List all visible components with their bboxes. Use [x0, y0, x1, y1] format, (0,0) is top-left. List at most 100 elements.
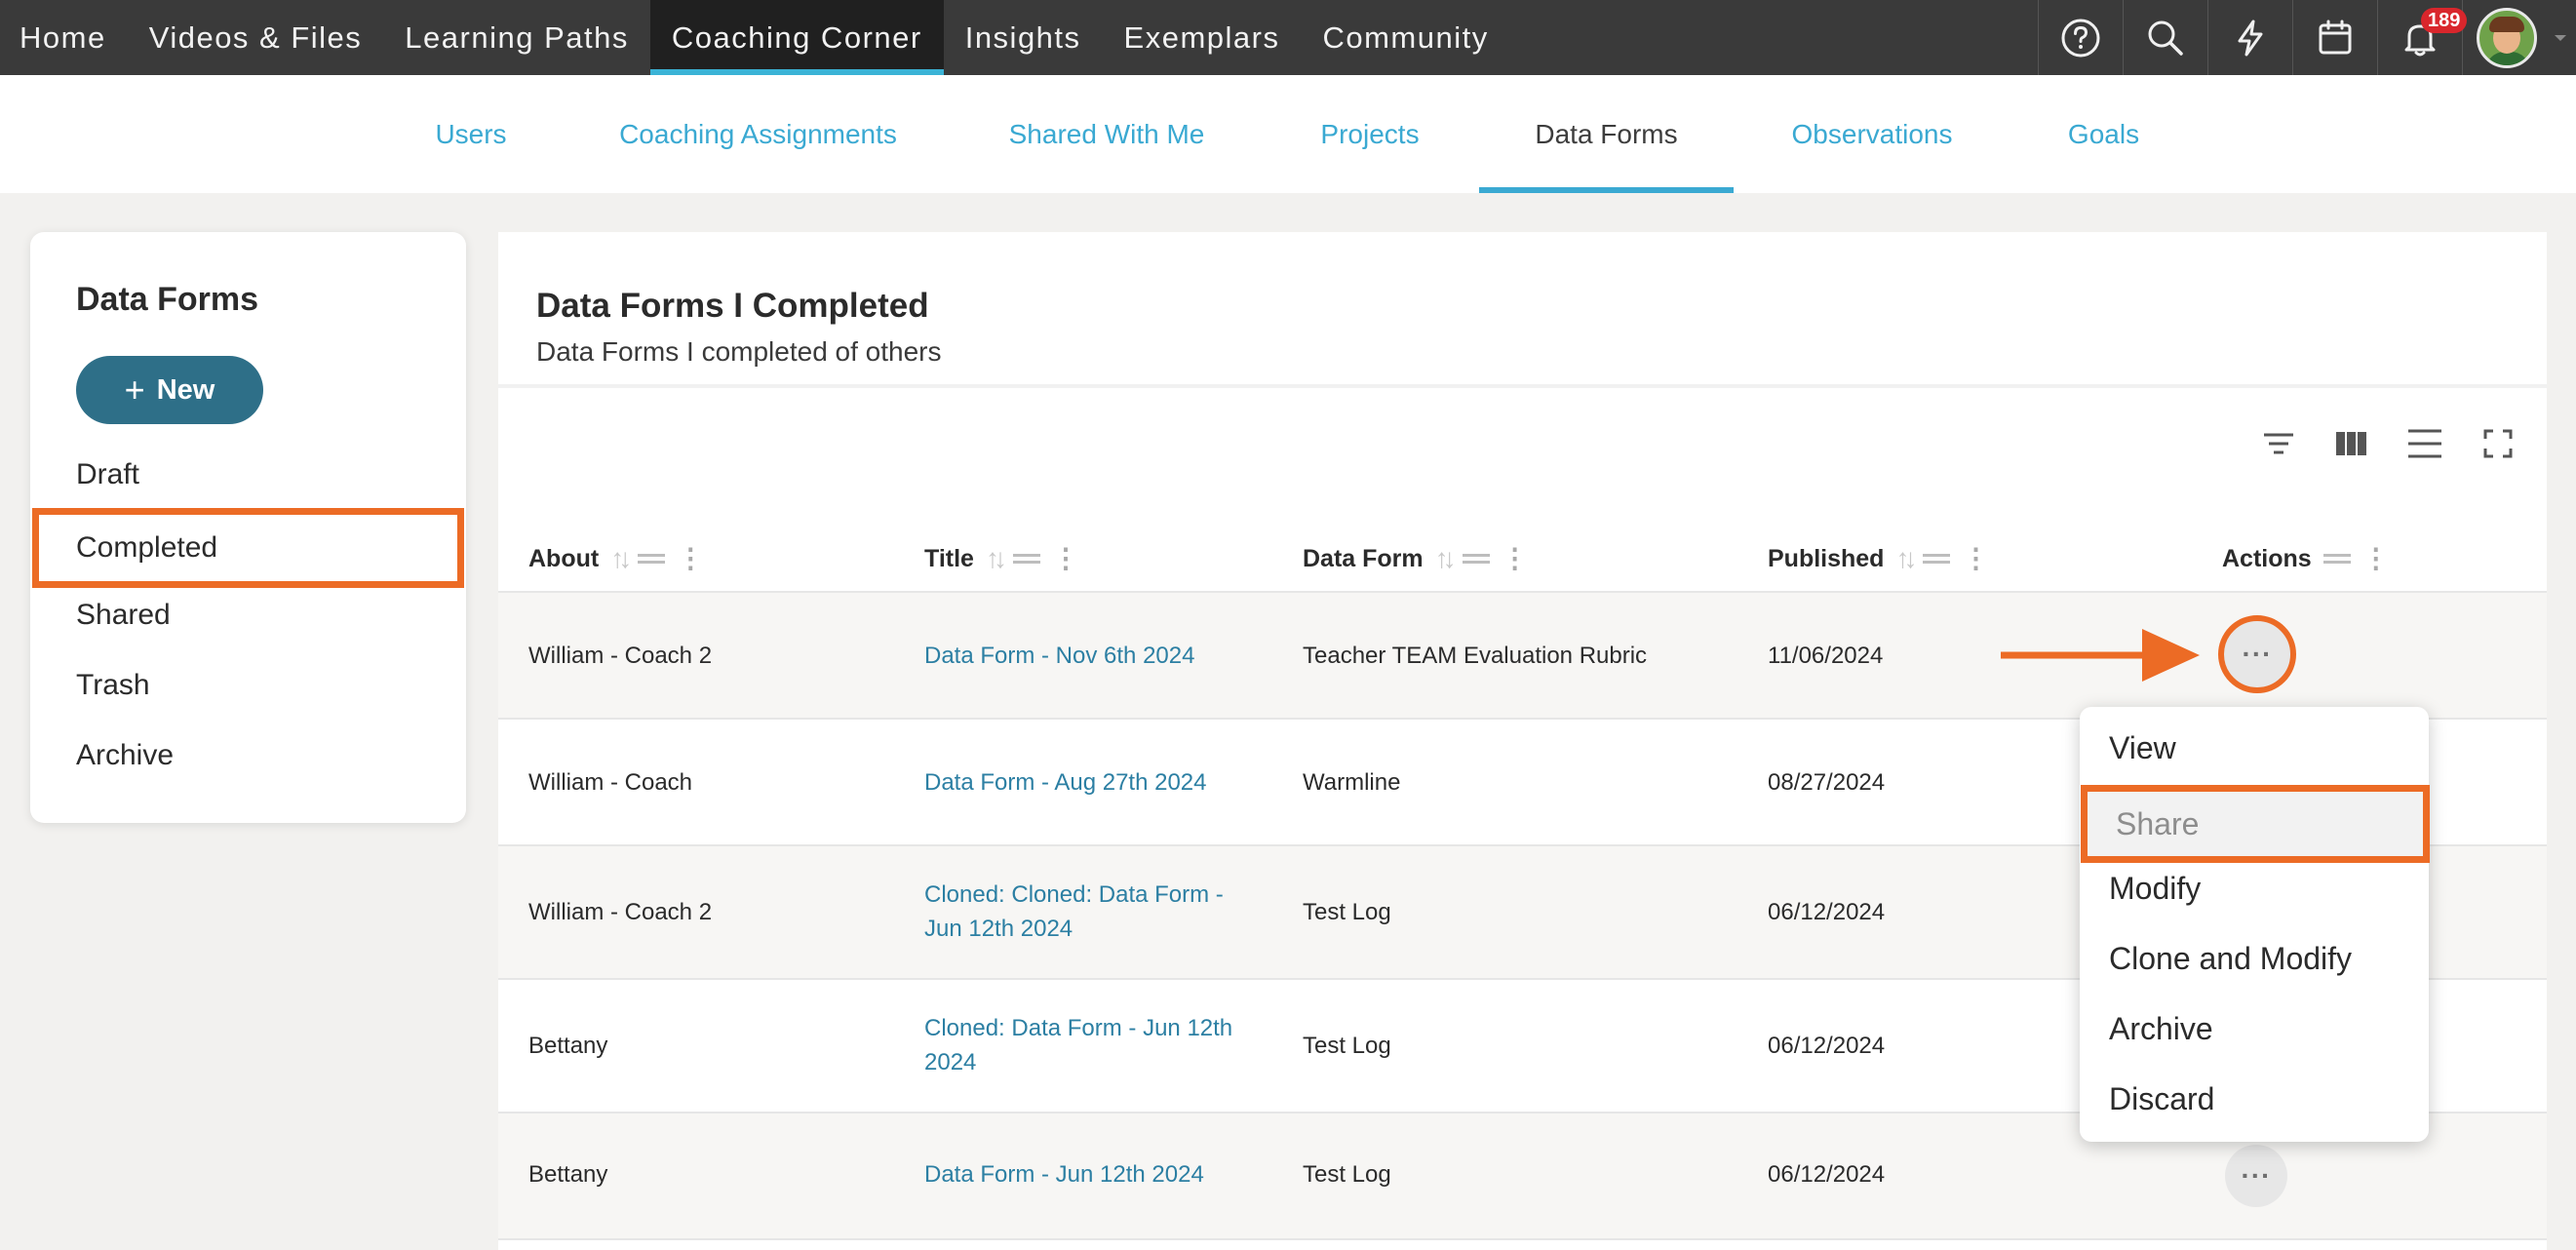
nav-videos-files[interactable]: Videos & Files — [128, 0, 384, 75]
top-navigation: Home Videos & Files Learning Paths Coach… — [0, 0, 2576, 75]
sub-navigation: Users Coaching Assignments Shared With M… — [0, 75, 2576, 193]
cell-about: William - Coach 2 — [528, 643, 713, 669]
cell-about: William - Coach — [528, 769, 693, 796]
cell-data-form: Test Log — [1303, 1033, 1391, 1059]
nav-learning-paths[interactable]: Learning Paths — [383, 0, 650, 75]
sort-icon[interactable]: ↑↓ — [1895, 543, 1917, 574]
column-menu-icon[interactable]: ⋮ — [1052, 545, 1079, 572]
panel-header: Data Forms I Completed Data Forms I comp… — [498, 232, 2547, 388]
column-menu-icon[interactable]: ⋮ — [1962, 545, 1989, 572]
nav-insights[interactable]: Insights — [944, 0, 1103, 75]
column-label: Published — [1768, 544, 1885, 572]
column-header-actions[interactable]: Actions ⋮ — [2222, 534, 2390, 583]
nav-home[interactable]: Home — [0, 0, 128, 75]
notification-count-badge: 189 — [2421, 8, 2468, 33]
nav-coaching-corner[interactable]: Coaching Corner — [649, 0, 944, 75]
menu-item-discard[interactable]: Discard — [2109, 1081, 2214, 1117]
search-icon — [2148, 20, 2183, 56]
cell-about: William - Coach 2 — [528, 899, 713, 925]
menu-item-clone-and-modify[interactable]: Clone and Modify — [2109, 941, 2352, 977]
cell-title-link[interactable]: Cloned: Data Form - Jun 12th 2024 — [924, 1011, 1232, 1079]
title-line: Cloned: Cloned: Data Form - — [924, 881, 1224, 908]
help-icon — [2061, 19, 2100, 57]
lightning-icon — [2238, 20, 2263, 56]
row-actions-menu: View Share Modify Clone and Modify Archi… — [2080, 707, 2430, 1142]
menu-item-share[interactable]: Share — [2081, 785, 2430, 863]
help-button[interactable] — [2038, 0, 2123, 75]
column-menu-icon[interactable]: ⋮ — [2362, 545, 2390, 572]
column-header-title[interactable]: Title ↑↓ ⋮ — [924, 534, 1079, 583]
search-button[interactable] — [2123, 0, 2207, 75]
sidebar-item-trash[interactable]: Trash — [76, 669, 150, 702]
column-label: Data Form — [1303, 544, 1424, 572]
sort-icon[interactable]: ↑↓ — [610, 543, 632, 574]
cell-title-link[interactable]: Data Form - Nov 6th 2024 — [924, 639, 1194, 673]
columns-icon[interactable] — [2331, 423, 2372, 464]
menu-item-modify[interactable]: Modify — [2109, 871, 2201, 907]
sidebar-item-shared[interactable]: Shared — [76, 599, 171, 632]
cell-data-form: Teacher TEAM Evaluation Rubric — [1303, 643, 1648, 669]
cell-about: Bettany — [528, 1161, 608, 1188]
drag-handle-icon[interactable] — [1923, 554, 1951, 564]
drag-handle-icon[interactable] — [638, 554, 666, 564]
density-icon[interactable] — [2404, 423, 2445, 464]
row-actions-button[interactable]: ··· — [2218, 615, 2296, 693]
cell-published: 06/12/2024 — [1768, 1161, 1886, 1188]
cell-title-link[interactable]: Data Form - Jun 12th 2024 — [924, 1157, 1204, 1191]
cell-data-form: Test Log — [1303, 1161, 1391, 1188]
cell-title-link[interactable]: Data Form - Aug 27th 2024 — [924, 765, 1207, 800]
column-label: Title — [924, 544, 974, 572]
page-subtitle: Data Forms I completed of others — [536, 336, 942, 367]
title-line: Jun 12th 2024 — [924, 916, 1073, 942]
nav-community[interactable]: Community — [1301, 0, 1509, 75]
plus-icon: + — [124, 370, 145, 410]
column-label: Actions — [2222, 544, 2312, 572]
column-header-about[interactable]: About ↑↓ ⋮ — [528, 534, 704, 583]
menu-item-archive[interactable]: Archive — [2109, 1011, 2213, 1047]
tab-data-forms[interactable]: Data Forms — [1479, 75, 1734, 193]
drag-handle-icon[interactable] — [2322, 554, 2351, 564]
sidebar-item-draft[interactable]: Draft — [76, 458, 139, 491]
calendar-button[interactable] — [2292, 0, 2377, 75]
column-header-published[interactable]: Published ↑↓ ⋮ — [1768, 534, 1989, 583]
notifications-button[interactable]: 189 — [2377, 0, 2468, 75]
filter-icon[interactable] — [2258, 423, 2299, 464]
nav-exemplars[interactable]: Exemplars — [1103, 0, 1302, 75]
page-title: Data Forms I Completed — [536, 287, 929, 325]
tab-observations[interactable]: Observations — [1775, 75, 1970, 193]
sort-icon[interactable]: ↑↓ — [986, 543, 1007, 574]
column-label: About — [528, 544, 600, 572]
tab-projects[interactable]: Projects — [1297, 75, 1443, 193]
new-button-label: New — [156, 373, 215, 406]
user-menu[interactable] — [2462, 0, 2576, 75]
annotation-arrow-icon — [2001, 629, 2200, 682]
sidebar-item-archive[interactable]: Archive — [76, 739, 174, 772]
menu-item-view[interactable]: View — [2109, 730, 2176, 766]
avatar — [2477, 7, 2537, 68]
fullscreen-icon[interactable] — [2478, 423, 2518, 464]
sidebar-item-completed[interactable]: Completed — [32, 508, 464, 588]
row-actions-button[interactable]: ··· — [2225, 1145, 2287, 1207]
cell-data-form: Test Log — [1303, 899, 1391, 925]
sidebar-title: Data Forms — [76, 281, 259, 318]
column-header-data-form[interactable]: Data Form ↑↓ ⋮ — [1303, 534, 1529, 583]
new-button[interactable]: + New — [76, 356, 263, 424]
cell-data-form: Warmline — [1303, 769, 1401, 796]
tab-users[interactable]: Users — [410, 75, 532, 193]
column-menu-icon[interactable]: ⋮ — [677, 545, 704, 572]
chevron-down-icon — [2555, 34, 2566, 41]
tab-shared-with-me[interactable]: Shared With Me — [990, 75, 1224, 193]
tab-coaching-assignments[interactable]: Coaching Assignments — [605, 75, 912, 193]
activity-button[interactable] — [2207, 0, 2292, 75]
sort-icon[interactable]: ↑↓ — [1435, 543, 1457, 574]
sidebar: Data Forms + New Draft Completed Shared … — [30, 232, 466, 823]
cell-published: 06/12/2024 — [1768, 1033, 1886, 1059]
drag-handle-icon[interactable] — [1462, 554, 1490, 564]
cell-about: Bettany — [528, 1033, 608, 1059]
column-menu-icon[interactable]: ⋮ — [1502, 545, 1529, 572]
tab-goals[interactable]: Goals — [2048, 75, 2160, 193]
drag-handle-icon[interactable] — [1012, 554, 1040, 564]
cell-title-link[interactable]: Cloned: Cloned: Data Form - Jun 12th 202… — [924, 878, 1224, 946]
cell-published: 08/27/2024 — [1768, 769, 1886, 796]
